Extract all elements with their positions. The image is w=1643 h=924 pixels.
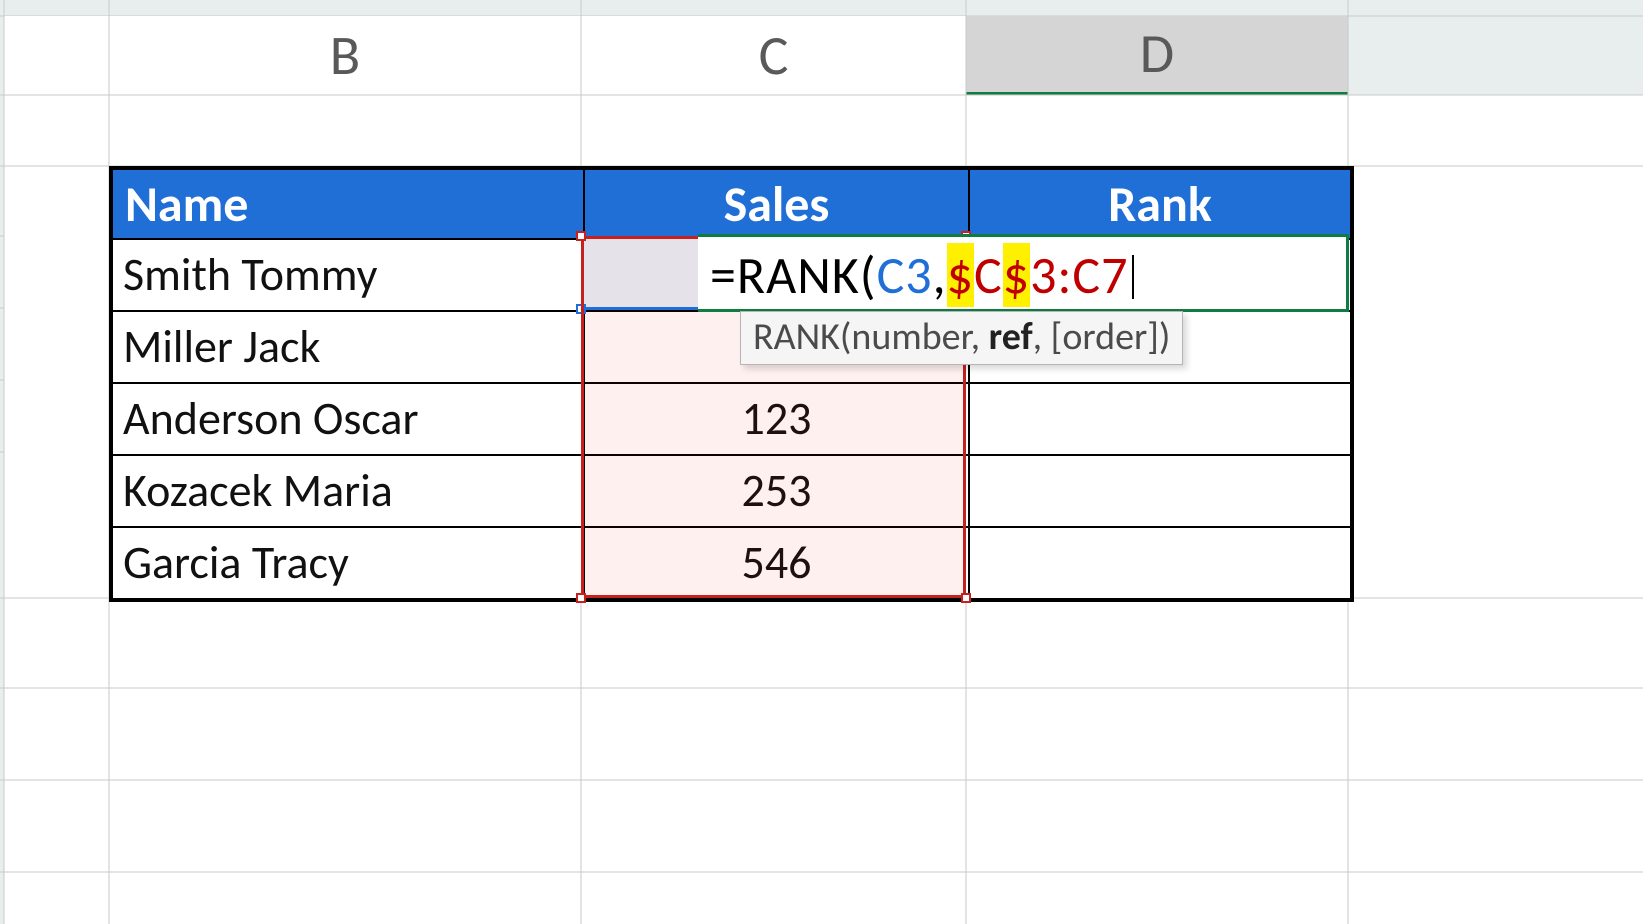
- cell-b4[interactable]: Miller Jack: [112, 311, 584, 383]
- cell-d7[interactable]: [969, 527, 1351, 599]
- selection-handle[interactable]: [576, 304, 586, 314]
- tooltip-sep2: , [order]): [1033, 314, 1171, 360]
- table-header-row: Name Sales Rank: [112, 169, 1351, 239]
- cell-b3-value: Smith Tommy: [123, 247, 377, 303]
- header-sales-label: Sales: [724, 174, 830, 235]
- column-header-b-label: B: [330, 22, 360, 90]
- formula-arg-c3: C3: [877, 243, 933, 307]
- header-sales: Sales: [584, 169, 969, 239]
- range-handle[interactable]: [576, 593, 586, 603]
- formula-input[interactable]: =RANK(C3,$C$3:C7: [710, 243, 1134, 307]
- cell-d5[interactable]: [969, 383, 1351, 455]
- tooltip-number[interactable]: number: [851, 314, 970, 360]
- cell-c6-value: 253: [742, 463, 812, 519]
- data-table: Name Sales Rank Smith Tommy Miller Jack …: [109, 166, 1354, 602]
- cell-b6-value: Kozacek Maria: [123, 463, 393, 519]
- formula-comma: ,: [933, 243, 947, 307]
- tooltip-sep1: ,: [971, 314, 989, 360]
- formula-colon: :: [1057, 243, 1072, 307]
- cell-c5-value: 123: [742, 391, 812, 447]
- text-caret-icon: [1132, 255, 1134, 299]
- header-rank: Rank: [969, 169, 1351, 239]
- column-header-c[interactable]: C: [581, 16, 966, 95]
- column-header-d-label: D: [1140, 20, 1174, 88]
- range-handle[interactable]: [576, 231, 586, 241]
- cell-b7[interactable]: Garcia Tracy: [112, 527, 584, 599]
- cell-b5[interactable]: Anderson Oscar: [112, 383, 584, 455]
- cell-b6[interactable]: Kozacek Maria: [112, 455, 584, 527]
- formula-abs-3: 3: [1030, 243, 1057, 307]
- column-header-d[interactable]: D: [966, 16, 1348, 95]
- range-handle[interactable]: [961, 231, 971, 241]
- cell-c5[interactable]: 123: [584, 383, 969, 455]
- formula-abs-dollar2: $: [1003, 243, 1030, 307]
- cell-c7[interactable]: 546: [584, 527, 969, 599]
- table-row: Anderson Oscar 123: [112, 383, 1351, 455]
- column-header-b[interactable]: B: [109, 16, 581, 95]
- tooltip-ref[interactable]: ref: [989, 314, 1033, 360]
- cell-b7-value: Garcia Tracy: [123, 535, 349, 591]
- formula-abs-c: C: [974, 243, 1003, 307]
- function-tooltip[interactable]: RANK(number, ref, [order]): [740, 311, 1183, 365]
- cell-b3[interactable]: Smith Tommy: [112, 239, 584, 311]
- table-row: Garcia Tracy 546: [112, 527, 1351, 599]
- formula-ref2: C7: [1072, 243, 1128, 307]
- header-name: Name: [112, 169, 584, 239]
- column-header-c-label: C: [759, 22, 789, 90]
- tooltip-fn: RANK(: [753, 314, 851, 360]
- table-row: Kozacek Maria 253: [112, 455, 1351, 527]
- cell-c6[interactable]: 253: [584, 455, 969, 527]
- cell-d6[interactable]: [969, 455, 1351, 527]
- formula-abs-dollar1: $: [947, 243, 974, 307]
- header-rank-label: Rank: [1108, 174, 1212, 235]
- cell-b4-value: Miller Jack: [123, 319, 320, 375]
- header-name-label: Name: [125, 174, 248, 235]
- cell-c7-value: 546: [742, 535, 812, 591]
- cell-b5-value: Anderson Oscar: [123, 391, 419, 447]
- range-handle[interactable]: [961, 593, 971, 603]
- formula-prefix: =RANK(: [710, 243, 877, 307]
